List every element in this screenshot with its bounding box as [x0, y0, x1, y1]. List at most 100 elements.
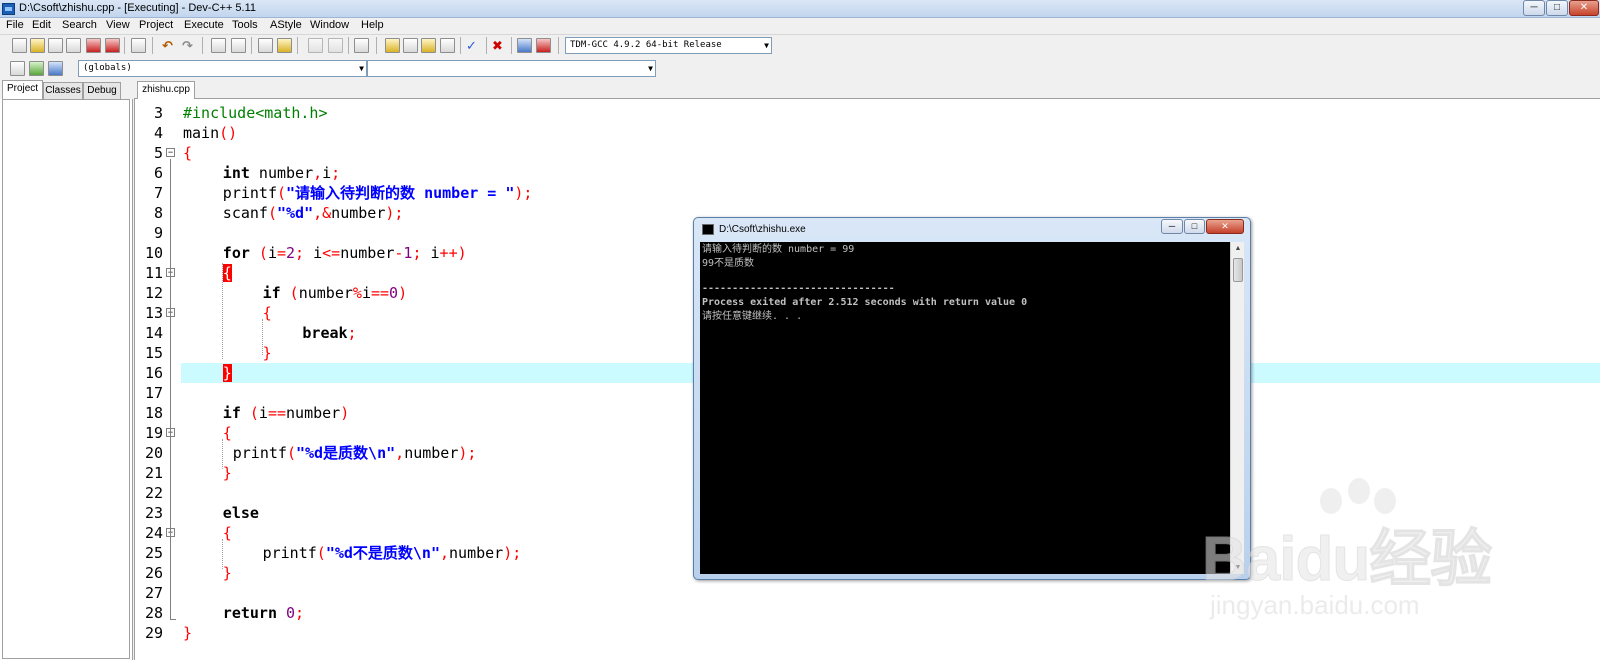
menu-project[interactable]: Project: [139, 19, 173, 31]
goto-declaration-icon[interactable]: [29, 61, 44, 76]
undo-icon[interactable]: ↶: [162, 38, 173, 53]
line-number: 15: [144, 344, 163, 362]
code-token: ++): [439, 244, 467, 262]
save-all-icon[interactable]: [66, 38, 81, 53]
console-maximize-button[interactable]: □: [1184, 219, 1205, 234]
toolbar-separator: [348, 37, 349, 54]
code-line-7[interactable]: 7 printf("请输入待判断的数 number = ");: [135, 183, 1600, 203]
code-token: (: [316, 544, 326, 562]
bookmark-icon[interactable]: [48, 61, 63, 76]
code-token: number: [249, 164, 314, 182]
menu-help[interactable]: Help: [361, 19, 384, 31]
console-minimize-button[interactable]: ─: [1161, 219, 1183, 234]
line-number: 4: [153, 124, 163, 142]
line-number: 19: [144, 424, 163, 442]
compile-run-icon[interactable]: [421, 38, 436, 53]
rebuild-icon[interactable]: [440, 38, 455, 53]
fold-toggle-icon[interactable]: −: [166, 148, 175, 157]
run-icon[interactable]: [403, 38, 418, 53]
code-token: printf: [262, 544, 317, 562]
code-token: (: [286, 444, 296, 462]
line-number: 22: [144, 484, 163, 502]
syntax-check-icon[interactable]: ✓: [466, 38, 477, 53]
close-button[interactable]: ✕: [1569, 0, 1599, 16]
menu-window[interactable]: Window: [310, 19, 349, 31]
toggle-comment-icon[interactable]: [354, 38, 369, 53]
tab-project[interactable]: Project: [2, 80, 43, 99]
code-token: if: [262, 284, 281, 302]
code-token: if: [222, 404, 241, 422]
line-number: 17: [144, 384, 163, 402]
code-line-29[interactable]: 29}: [135, 623, 1600, 643]
scope-select[interactable]: (globals) ▼: [78, 60, 367, 77]
scroll-thumb[interactable]: [1233, 258, 1243, 282]
open-file-icon[interactable]: [30, 38, 45, 53]
menu-bar: File Edit Search View Project Execute To…: [0, 18, 1600, 35]
goto-line-icon[interactable]: [258, 38, 273, 53]
profile-icon[interactable]: [536, 38, 551, 53]
minimize-button[interactable]: ─: [1523, 0, 1545, 16]
maximize-button[interactable]: □: [1546, 0, 1568, 16]
close-all-icon[interactable]: [105, 38, 120, 53]
code-line-27[interactable]: 27: [135, 583, 1600, 603]
code-token: ;: [412, 244, 431, 262]
code-token: ==: [267, 404, 287, 422]
project-tree[interactable]: [2, 99, 130, 659]
compile-icon[interactable]: [385, 38, 400, 53]
code-line-5[interactable]: 5−{: [135, 143, 1600, 163]
console-line: 请输入待判断的数 number = 99: [702, 244, 855, 255]
menu-search[interactable]: Search: [62, 19, 97, 31]
compiler-select[interactable]: TDM-GCC 4.9.2 64-bit Release ▼: [565, 37, 772, 54]
close-file-icon[interactable]: [86, 38, 101, 53]
line-number: 25: [144, 544, 163, 562]
line-number: 10: [144, 244, 163, 262]
insert-icon[interactable]: [10, 61, 25, 76]
console-output[interactable]: 请输入待判断的数 number = 99 99不是质数 ------------…: [700, 242, 1230, 574]
scroll-down-icon[interactable]: ▼: [1232, 561, 1244, 574]
code-line-3[interactable]: 3 #include<math.h>: [135, 103, 1600, 123]
member-select[interactable]: ▼: [367, 60, 656, 77]
code-line-28[interactable]: 28 return 0;: [135, 603, 1600, 623]
code-line-6[interactable]: 6 int number,i;: [135, 163, 1600, 183]
unindent-icon[interactable]: [308, 38, 323, 53]
code-token: ): [398, 284, 408, 302]
menu-execute[interactable]: Execute: [184, 19, 224, 31]
code-text: main(): [183, 123, 237, 143]
console-title-bar[interactable]: D:\Csoft\zhishu.exe ─ □ ✕: [694, 218, 1250, 242]
line-number: 18: [144, 404, 163, 422]
tab-debug[interactable]: Debug: [83, 82, 121, 99]
find-icon[interactable]: [211, 38, 226, 53]
menu-tools[interactable]: Tools: [232, 19, 258, 31]
tab-zhishu-cpp[interactable]: zhishu.cpp: [137, 81, 195, 99]
stop-execution-icon[interactable]: ✖: [492, 38, 503, 53]
print-icon[interactable]: [131, 38, 146, 53]
code-text: printf("%d是质数\n",number);: [233, 443, 477, 463]
redo-icon[interactable]: ↷: [182, 38, 193, 53]
code-token: %: [352, 284, 362, 302]
code-token: int: [222, 164, 250, 182]
code-token: 0: [389, 284, 399, 302]
line-number: 26: [144, 564, 163, 582]
indent-icon[interactable]: [328, 38, 343, 53]
menu-edit[interactable]: Edit: [32, 19, 51, 31]
code-text: }: [222, 363, 232, 383]
scroll-up-icon[interactable]: ▲: [1232, 242, 1244, 255]
menu-astyle[interactable]: AStyle: [270, 19, 302, 31]
new-file-icon[interactable]: [12, 38, 27, 53]
chart-icon[interactable]: [517, 38, 532, 53]
console-close-button[interactable]: ✕: [1206, 219, 1244, 234]
menu-file[interactable]: File: [6, 19, 24, 31]
tab-classes[interactable]: Classes: [43, 82, 83, 99]
menu-view[interactable]: View: [106, 19, 130, 31]
code-token: (: [240, 404, 259, 422]
code-line-4[interactable]: 4 main(): [135, 123, 1600, 143]
save-icon[interactable]: [48, 38, 63, 53]
fullscreen-icon[interactable]: [277, 38, 292, 53]
code-text: else: [223, 503, 259, 523]
toolbar-separator: [297, 37, 298, 54]
console-window[interactable]: D:\Csoft\zhishu.exe ─ □ ✕ 请输入待判断的数 numbe…: [693, 217, 1251, 580]
console-scrollbar[interactable]: ▲ ▼: [1230, 242, 1244, 574]
replace-icon[interactable]: [231, 38, 246, 53]
code-text: {: [223, 523, 232, 543]
indent-guide: [222, 263, 223, 359]
